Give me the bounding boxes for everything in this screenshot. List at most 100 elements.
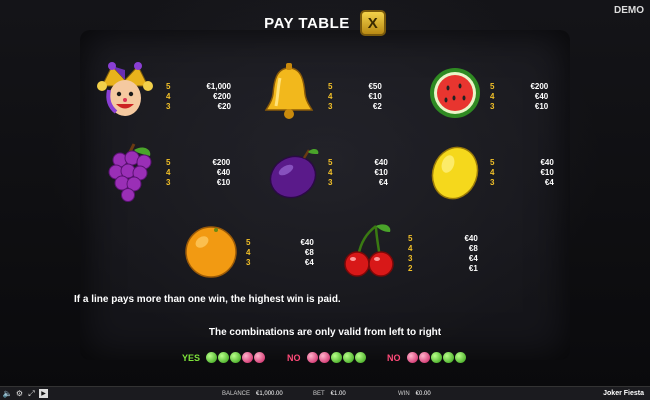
count: 3 bbox=[490, 178, 495, 187]
payout: €40 bbox=[374, 158, 388, 167]
payout: €4 bbox=[468, 254, 478, 263]
bet-value: €1.00 bbox=[330, 390, 346, 397]
combination-dots bbox=[206, 352, 266, 363]
payout: €200 bbox=[530, 82, 549, 91]
fullscreen-icon[interactable]: ⤢ bbox=[27, 389, 36, 398]
count: 4 bbox=[166, 168, 171, 177]
count: 5 bbox=[408, 234, 413, 243]
payout: €10 bbox=[540, 168, 554, 177]
payout-values: €40 €8 €4 €1 bbox=[464, 234, 477, 274]
paytable-entry-plum: 5 4 3 €40 €10 €4 bbox=[328, 158, 388, 188]
count: 3 bbox=[166, 178, 171, 187]
combination-example-no-middle: NO bbox=[287, 352, 366, 363]
symbol-counts: 5 4 3 bbox=[328, 158, 332, 188]
status-bar: 🔈 ⚙ ⤢ ▶ BALANCE €1,000.00 BET €1.00 WIN … bbox=[0, 386, 650, 400]
count: 3 bbox=[328, 102, 333, 111]
payout: €40 bbox=[300, 238, 314, 247]
payout: €200 bbox=[213, 92, 231, 101]
bet-label: BET bbox=[313, 390, 325, 397]
paytable-header: PAY TABLE X bbox=[0, 10, 650, 36]
count: 4 bbox=[328, 168, 333, 177]
count: 5 bbox=[490, 82, 495, 91]
bottom-controls: 🔈 ⚙ ⤢ ▶ bbox=[3, 389, 48, 398]
paytable-entry-cherries: 5 4 3 2 €40 €8 €4 €1 bbox=[408, 234, 478, 274]
count: 5 bbox=[246, 238, 251, 247]
payout-values: €200 €40 €10 bbox=[212, 158, 230, 188]
close-icon: X bbox=[367, 14, 378, 32]
payout: €40 bbox=[216, 168, 231, 177]
combinations-title: The combinations are only valid from lef… bbox=[208, 327, 442, 338]
payout: €8 bbox=[468, 244, 478, 253]
bell-icon bbox=[264, 63, 314, 119]
balance-label: BALANCE bbox=[222, 390, 251, 397]
dot-green bbox=[430, 352, 442, 363]
combination-dots bbox=[406, 352, 466, 363]
close-button[interactable]: X bbox=[359, 10, 386, 36]
payout: €4 bbox=[378, 178, 388, 187]
paytable-entry-grapes: 5 4 3 €200 €40 €10 bbox=[166, 158, 230, 188]
paytable-entry-orange: 5 4 3 €40 €8 €4 bbox=[246, 238, 314, 268]
payout-values: €40 €10 €4 bbox=[540, 158, 553, 188]
game-name: Joker Fiesta bbox=[603, 390, 644, 397]
dot-green bbox=[342, 352, 354, 363]
dot-pink bbox=[318, 352, 330, 363]
payout: €10 bbox=[216, 178, 231, 187]
paytable-entry-lemon: 5 4 3 €40 €10 €4 bbox=[490, 158, 554, 188]
combination-example-yes: YES bbox=[182, 352, 266, 363]
payout-values: €200 €40 €10 bbox=[530, 82, 548, 112]
count: 5 bbox=[328, 158, 333, 167]
combination-dots bbox=[306, 352, 366, 363]
sound-icon[interactable]: 🔈 bbox=[3, 389, 13, 398]
symbol-counts: 5 4 3 bbox=[166, 158, 170, 188]
symbol-counts: 5 4 3 bbox=[490, 82, 494, 112]
settings-icon[interactable]: ⚙ bbox=[15, 389, 24, 398]
dot-pink bbox=[406, 352, 418, 363]
payout: €20 bbox=[217, 102, 231, 111]
paytable-entry-joker: 5 4 3 €1,000 €200 €20 bbox=[166, 82, 231, 112]
orange-icon bbox=[185, 226, 237, 278]
dot-green bbox=[442, 352, 454, 363]
count: 3 bbox=[490, 102, 495, 111]
grapes-icon bbox=[108, 143, 152, 202]
bet-display: BET €1.00 bbox=[313, 391, 346, 397]
payout: €2 bbox=[372, 102, 382, 111]
count: 4 bbox=[328, 92, 333, 101]
combination-label: NO bbox=[387, 352, 401, 363]
play-icon[interactable]: ▶ bbox=[39, 389, 48, 398]
balance-value: €1,000.00 bbox=[256, 390, 283, 397]
watermelon-icon bbox=[430, 68, 480, 118]
dot-pink bbox=[254, 352, 266, 363]
cherries-icon bbox=[344, 224, 394, 277]
paytable-entry-watermelon: 5 4 3 €200 €40 €10 bbox=[490, 82, 548, 112]
payout-values: €1,000 €200 €20 bbox=[206, 82, 230, 112]
count: 3 bbox=[246, 258, 251, 267]
payout-values: €40 €8 €4 bbox=[300, 238, 313, 268]
count: 4 bbox=[490, 168, 495, 177]
payout: €8 bbox=[304, 248, 314, 257]
highest-win-note: If a line pays more than one win, the hi… bbox=[74, 294, 341, 305]
payout-values: €40 €10 €4 bbox=[374, 158, 387, 188]
win-label: WIN bbox=[398, 390, 410, 397]
payout: €40 bbox=[464, 234, 478, 243]
count: 5 bbox=[328, 82, 333, 91]
payout: €1,000 bbox=[206, 82, 231, 91]
page-title: PAY TABLE bbox=[264, 14, 350, 32]
paytable-entry-bell: 5 4 3 €50 €10 €2 bbox=[328, 82, 382, 112]
combination-label: NO bbox=[287, 352, 301, 363]
count: 3 bbox=[408, 254, 413, 263]
payout: €4 bbox=[304, 258, 314, 267]
dot-pink bbox=[418, 352, 430, 363]
plum-icon bbox=[269, 148, 319, 199]
lemon-icon bbox=[431, 146, 479, 200]
payout: €40 bbox=[534, 92, 549, 101]
win-display: WIN €0.00 bbox=[398, 391, 431, 397]
payout: €4 bbox=[544, 178, 554, 187]
symbol-counts: 5 4 3 2 bbox=[408, 234, 412, 274]
dot-green bbox=[330, 352, 342, 363]
payout: €40 bbox=[540, 158, 554, 167]
payout-values: €50 €10 €2 bbox=[368, 82, 381, 112]
payout: €200 bbox=[212, 158, 231, 167]
dot-green bbox=[354, 352, 366, 363]
balance-display: BALANCE €1,000.00 bbox=[222, 391, 283, 397]
dot-pink bbox=[242, 352, 254, 363]
